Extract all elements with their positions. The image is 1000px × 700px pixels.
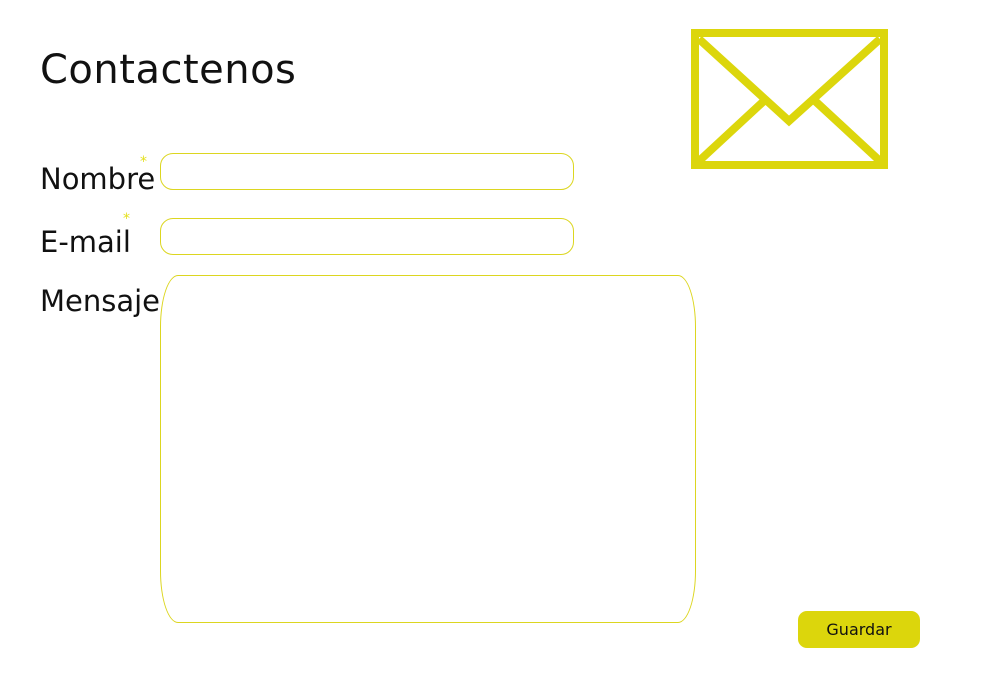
name-required-marker: * <box>140 154 147 170</box>
email-input[interactable] <box>160 218 574 255</box>
name-label: Nombre <box>40 162 156 196</box>
email-label: E-mail <box>40 225 131 259</box>
name-input[interactable] <box>160 153 574 190</box>
email-required-marker: * <box>123 211 130 227</box>
page-title: Contactenos <box>40 47 297 93</box>
message-label: Mensaje <box>40 284 161 318</box>
save-button[interactable]: Guardar <box>798 611 920 648</box>
envelope-icon <box>691 29 888 169</box>
message-textarea[interactable] <box>160 275 696 623</box>
